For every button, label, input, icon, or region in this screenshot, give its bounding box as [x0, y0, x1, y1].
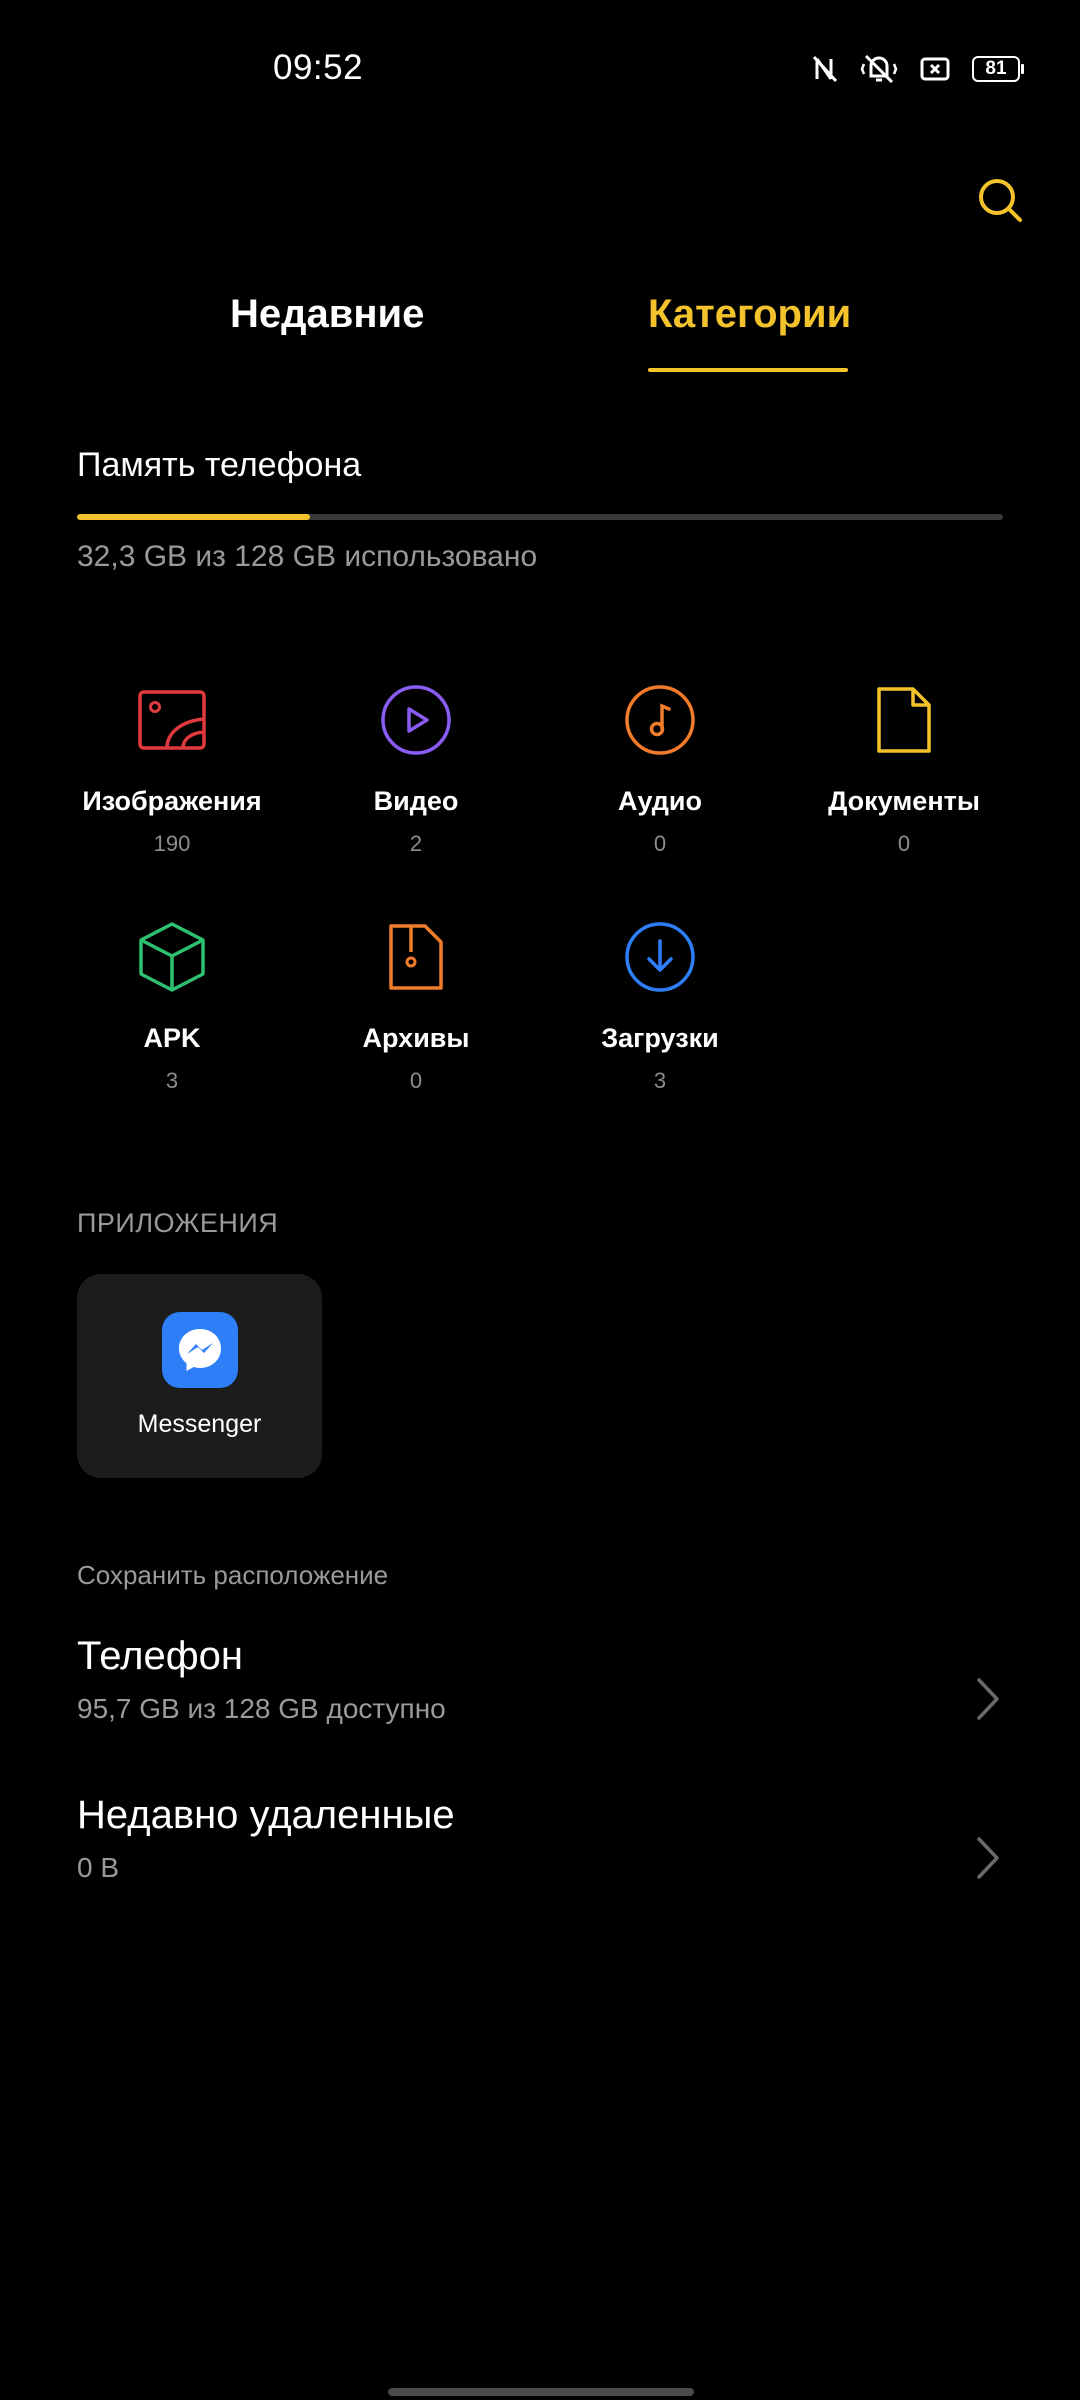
category-label: Аудио: [617, 786, 703, 816]
status-time: 09:52: [273, 48, 364, 87]
play-icon: [381, 685, 451, 755]
home-indicator[interactable]: [388, 2388, 694, 2396]
document-icon: [877, 687, 931, 753]
download-icon: [625, 922, 695, 992]
search-icon: [979, 179, 1022, 222]
category-downloads[interactable]: Загрузки 3: [538, 917, 782, 1117]
category-label: Загрузки: [601, 1023, 719, 1053]
nfc-off-icon: [812, 55, 838, 83]
category-audio[interactable]: Аудио 0: [538, 680, 782, 880]
chevron-right-icon: [977, 1837, 999, 1879]
music-icon: [625, 685, 695, 755]
app-card-messenger[interactable]: Messenger: [77, 1274, 322, 1478]
tab-categories[interactable]: Категории: [648, 292, 851, 337]
apps-section-title: ПРИЛОЖЕНИЯ: [77, 1208, 279, 1238]
search-button[interactable]: [976, 176, 1024, 224]
storage-progress-bar: [77, 514, 1003, 520]
category-count: 0: [897, 831, 911, 856]
status-icons: 81: [812, 54, 1024, 84]
category-count: 0: [653, 831, 667, 856]
image-icon: [138, 690, 206, 750]
category-documents[interactable]: Документы 0: [782, 680, 1026, 880]
messenger-icon: [161, 1312, 238, 1388]
location-title: Недавно удаленные: [77, 1793, 455, 1837]
category-images[interactable]: Изображения 190: [50, 680, 294, 880]
package-icon: [139, 922, 205, 992]
category-label: Документы: [828, 786, 980, 816]
location-phone[interactable]: Телефон 95,7 GB из 128 GB доступно: [77, 1634, 1003, 1764]
archive-icon: [389, 924, 443, 990]
storage-summary: 32,3 GB из 128 GB использовано: [77, 540, 538, 573]
location-recently-deleted[interactable]: Недавно удаленные 0 B: [77, 1793, 1003, 1923]
tab-recent[interactable]: Недавние: [230, 292, 424, 337]
battery-icon: 81: [972, 56, 1024, 82]
category-label: Видео: [373, 786, 459, 816]
category-count: 0: [409, 1068, 423, 1093]
app-name: Messenger: [137, 1410, 262, 1438]
save-location-title: Сохранить расположение: [77, 1560, 389, 1590]
storage-progress-fill: [77, 514, 311, 520]
tab-active-indicator: [648, 368, 848, 372]
vibrate-off-icon: [860, 54, 898, 84]
category-count: 190: [153, 831, 191, 856]
category-count: 2: [409, 831, 423, 856]
category-label: APK: [143, 1023, 201, 1053]
category-archives[interactable]: Архивы 0: [294, 917, 538, 1117]
chevron-right-icon: [977, 1678, 999, 1720]
category-video[interactable]: Видео 2: [294, 680, 538, 880]
storage-title[interactable]: Память телефона: [77, 446, 361, 485]
category-label: Изображения: [82, 786, 262, 816]
location-subtitle: 95,7 GB из 128 GB доступно: [77, 1693, 446, 1724]
category-count: 3: [165, 1068, 179, 1093]
category-apk[interactable]: APK 3: [50, 917, 294, 1117]
location-subtitle: 0 B: [77, 1852, 120, 1883]
category-label: Архивы: [362, 1023, 470, 1053]
location-title: Телефон: [77, 1634, 243, 1678]
cast-icon: [920, 57, 950, 81]
category-count: 3: [653, 1068, 667, 1093]
